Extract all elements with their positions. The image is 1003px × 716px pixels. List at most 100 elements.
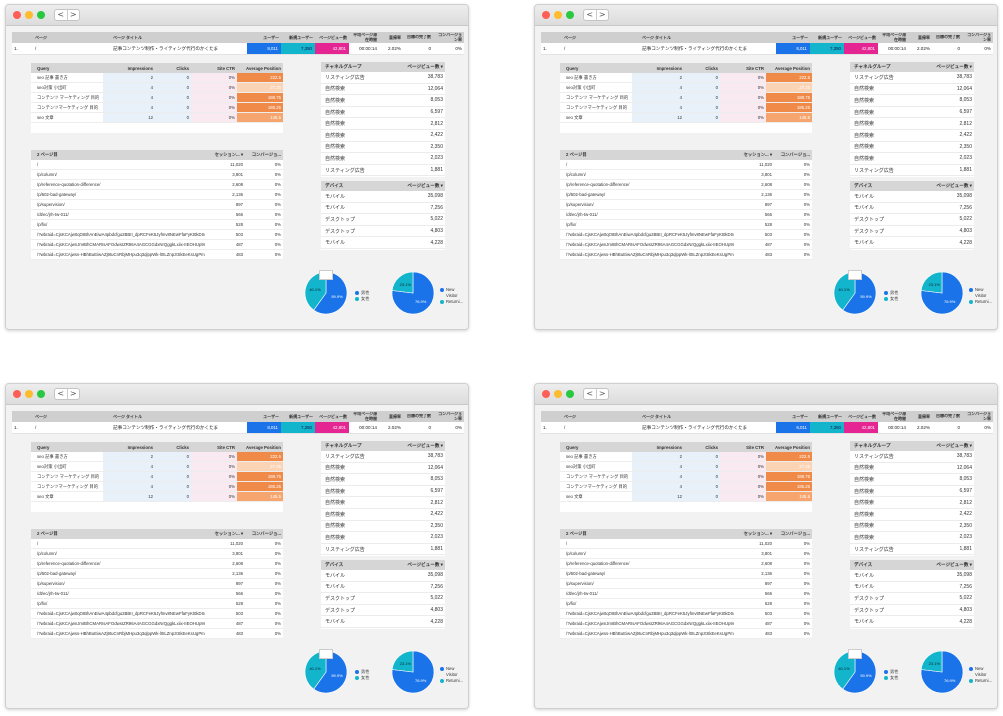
table-row[interactable]: コンテンツマーケティング 目的 4 0 0% 185.25 [560,482,812,492]
header-page[interactable]: ページ [562,35,640,41]
header-sessions[interactable]: セッション... ▾ [734,152,774,158]
header-ctr[interactable]: Site CTR [720,445,766,450]
visitor-pie-chart[interactable]: 76.9% 23.1% [390,270,436,316]
header-query[interactable]: Query [560,66,632,71]
table-row[interactable]: seo 文章 12 0 0% 145.5 [31,492,283,502]
table-row[interactable]: リスティング広告 1,881 [850,544,974,556]
table-row[interactable]: デスクトップ 5,022 [850,593,974,605]
back-button[interactable]: < [55,10,68,20]
table-row[interactable]: 自然検索 2,422 [321,130,445,142]
table-row[interactable]: seo対策 小出町 4 0 0% 27.25 [31,83,283,93]
legend-item[interactable]: 女性 [884,675,898,681]
table-row[interactable]: モバイル 7,256 [321,582,445,594]
header-users[interactable]: ユーザー [776,35,810,41]
table-row[interactable]: /p/reference-quotation-difference/2,608 0… [31,180,283,190]
close-window-icon[interactable] [13,390,21,398]
table-row[interactable]: /p/column/3,801 0% [560,549,812,559]
row-page[interactable]: / [33,425,111,430]
header-bounce[interactable]: 直帰率 [379,35,403,41]
zoom-window-icon[interactable] [566,11,574,19]
table-row[interactable]: コンテンツ マーケティング 目的 4 0 0% 188.75 [560,472,812,482]
minimize-window-icon[interactable] [554,390,562,398]
header-pageviews[interactable]: ページビュー数 [844,35,878,41]
table-row[interactable]: 自然検索 2,023 [321,153,445,165]
table-row[interactable]: 自然検索 2,812 [850,118,974,130]
table-row[interactable]: / 11,020 0% [560,539,812,549]
table-row[interactable]: コンテンツ マーケティング 目的 4 0 0% 188.75 [31,472,283,482]
table-row[interactable]: /dt/ec/jrh-tw-011/566 0% [31,210,283,220]
back-button[interactable]: < [584,389,597,399]
legend-item[interactable]: Returni... [440,299,463,305]
header-sessions[interactable]: セッション... ▾ [205,531,245,537]
header-new-users[interactable]: 新規ユーザー [281,414,315,420]
header-ctr[interactable]: Site CTR [720,66,766,71]
close-window-icon[interactable] [13,11,21,19]
table-row[interactable]: /p/supervision/897 0% [560,200,812,210]
table-row[interactable]: リスティング広告 1,881 [321,544,445,556]
header-sessions[interactable]: セッション... ▾ [734,531,774,537]
table-row[interactable]: / 11,020 0% [31,539,283,549]
header-page-title[interactable]: ページ タイトル [111,414,247,420]
table-row[interactable]: 自然検索 2,350 [850,521,974,533]
table-row[interactable]: /p/502-bad-gateway/2,136 0% [31,569,283,579]
table-row[interactable]: 自然検索 2,812 [850,497,974,509]
table-row[interactable]: リスティング広告 38,783 [321,451,445,463]
table-row[interactable]: 自然検索 2,023 [850,532,974,544]
table-row[interactable]: モバイル 4,228 [321,616,445,628]
table-row[interactable]: /?wbraid=CjsKCAjw0qOIBhAnEiwA4pbdcfgu2BB… [560,230,812,240]
header-goals[interactable]: 目標の完了数 [403,414,433,419]
header-avg-time[interactable]: 平均ページ滞在時間 [349,412,379,421]
table-row[interactable]: /?wbraid=CjsKCAjwnJmIBhCMARIsAFOdwsIZR96… [31,619,283,629]
header-conv[interactable]: コンバージョン率 [433,33,464,42]
table-row[interactable]: /p/reference-quotation-difference/2,608 0… [31,559,283,569]
forward-button[interactable]: > [68,10,80,20]
table-row[interactable]: 自然検索 6,597 [850,107,974,119]
table-row[interactable]: seo 文章 12 0 0% 145.5 [560,492,812,502]
table-row[interactable]: /p/502-bad-gateway/2,136 0% [560,190,812,200]
header-pageviews[interactable]: ページビュー数 [844,414,878,420]
table-row[interactable]: 自然検索 12,064 [321,463,445,475]
header-position[interactable]: Average Position [237,445,283,450]
table-row[interactable]: /dt/ec/jrh-tw-011/566 0% [560,589,812,599]
forward-button[interactable]: > [597,389,609,399]
table-row[interactable]: /p/column/3,801 0% [31,170,283,180]
table-row[interactable]: 自然検索 12,064 [850,463,974,475]
table-row[interactable]: 1. / 記事コンテンツ制作・ライティング代行のかくたま 8,011 7,350… [541,422,993,434]
header-position[interactable]: Average Position [766,66,812,71]
header-impressions[interactable]: Impressions [632,66,684,71]
row-page[interactable]: / [33,46,111,51]
header-channel[interactable]: チャネルグループ [850,443,920,449]
table-row[interactable]: /p/supervision/897 0% [560,579,812,589]
header-page2-conv[interactable]: コンバージョ... [774,531,812,537]
table-row[interactable]: 自然検索 2,350 [321,142,445,154]
table-row[interactable]: /p/fix/528 0% [31,599,283,609]
table-row[interactable]: 自然検索 2,422 [321,509,445,521]
minimize-window-icon[interactable] [554,11,562,19]
header-device[interactable]: デバイス [321,562,391,568]
table-row[interactable]: /p/supervision/897 0% [31,579,283,589]
header-clicks[interactable]: Clicks [155,445,191,450]
header-query[interactable]: Query [560,445,632,450]
header-page2[interactable]: 2 ページ目 [560,531,734,537]
header-ctr[interactable]: Site CTR [191,445,237,450]
table-row[interactable]: デスクトップ 5,022 [321,214,445,226]
visitor-pie-chart[interactable]: 76.9% 23.1% [390,649,436,695]
table-row[interactable]: 1. / 記事コンテンツ制作・ライティング代行のかくたま 8,011 7,350… [12,422,464,434]
header-page2-conv[interactable]: コンバージョ... [245,152,283,158]
header-users[interactable]: ユーザー [247,35,281,41]
table-row[interactable]: /p/column/3,801 0% [31,549,283,559]
table-row[interactable]: /p/supervision/897 0% [31,200,283,210]
table-row[interactable]: /?wbraid=CjsKCAjw0qOIBhAnEiwA4pbdcfgu2BB… [31,230,283,240]
table-row[interactable]: デスクトップ 5,022 [321,593,445,605]
table-row[interactable]: /p/reference-quotation-difference/2,608 0… [560,180,812,190]
table-row[interactable]: コンテンツマーケティング 目的 4 0 0% 185.25 [31,103,283,113]
visitor-pie-chart[interactable]: 76.9% 23.1% [919,270,965,316]
table-row[interactable]: デスクトップ 4,803 [850,605,974,617]
header-users[interactable]: ユーザー [776,414,810,420]
header-position[interactable]: Average Position [766,445,812,450]
table-row[interactable]: / 11,020 0% [31,160,283,170]
table-row[interactable]: コンテンツマーケティング 目的 4 0 0% 185.25 [560,103,812,113]
header-bounce[interactable]: 直帰率 [379,414,403,420]
header-avg-time[interactable]: 平均ページ滞在時間 [349,33,379,42]
table-row[interactable]: /p/reference-quotation-difference/2,608 0… [560,559,812,569]
